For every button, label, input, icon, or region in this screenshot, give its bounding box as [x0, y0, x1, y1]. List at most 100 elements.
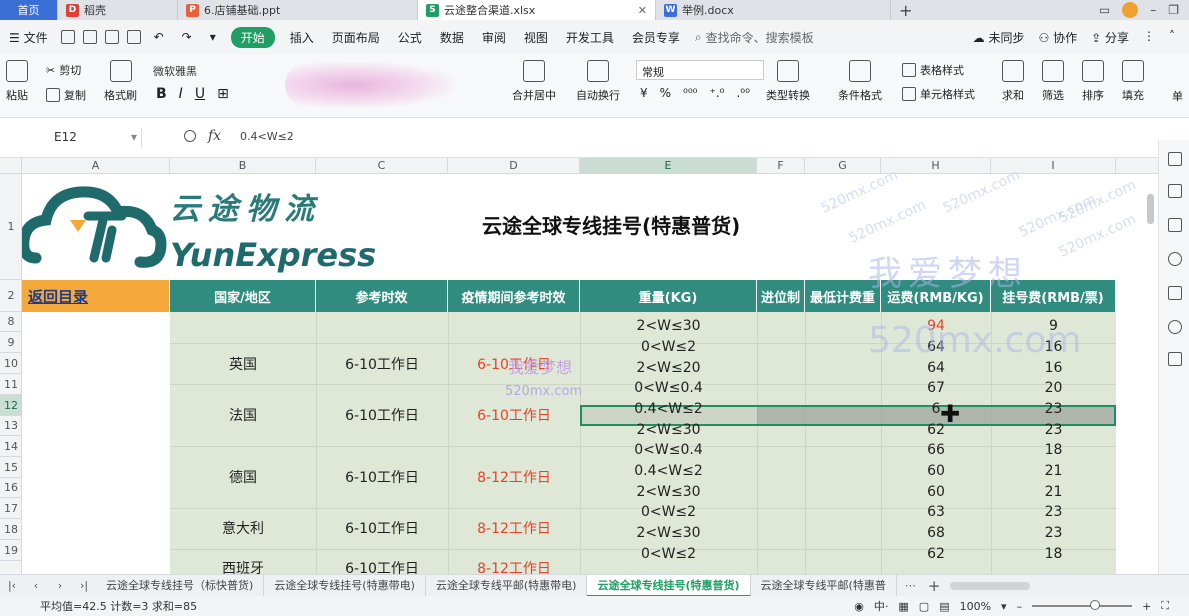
table-style-button[interactable]: 表格样式 [902, 62, 964, 78]
command-search[interactable]: ⌕ 查找命令、搜索模板 [695, 29, 814, 46]
underline-icon[interactable]: U [195, 86, 205, 102]
reg-fee-cell[interactable]: 21 [991, 484, 1116, 500]
row-header-2[interactable]: 2 [0, 280, 22, 312]
decrease-decimal-icon[interactable]: .⁰⁰ [736, 86, 749, 100]
column-header-b[interactable]: B [170, 158, 316, 174]
column-header-f[interactable]: F [757, 158, 805, 174]
zoom-formula-icon[interactable] [184, 130, 196, 142]
print-icon[interactable] [104, 30, 119, 44]
fullscreen-icon[interactable]: ⛶ [1161, 599, 1169, 613]
avatar[interactable] [1122, 2, 1139, 18]
redo-icon[interactable]: ↷ [173, 30, 201, 44]
freight-cell[interactable]: 62 [881, 422, 991, 438]
sheet-tab[interactable]: 云途全球专线平邮(特惠带电) [426, 574, 588, 597]
italic-icon[interactable]: I [179, 86, 183, 102]
freight-cell[interactable]: 6 [881, 401, 991, 417]
filter-button[interactable]: 筛选 [1042, 60, 1064, 103]
adjust-icon[interactable] [1168, 184, 1182, 198]
row-header-1[interactable]: 1 [0, 174, 22, 280]
page-layout-view-icon[interactable]: ▢ [919, 600, 929, 613]
vertical-scroll-thumb[interactable] [1147, 194, 1154, 224]
weight-cell[interactable]: 0<W≤2 [580, 339, 757, 355]
freight-cell[interactable]: 63 [881, 504, 991, 520]
country-cell[interactable]: 西班牙 [170, 558, 316, 574]
row-header-18[interactable]: 18 [0, 519, 22, 540]
formula-input[interactable]: 0.4<W≤2 [240, 130, 294, 143]
menu-review[interactable]: 审阅 [473, 29, 515, 46]
first-sheet-icon[interactable]: |‹ [0, 579, 24, 592]
row-header-17[interactable]: 17 [0, 498, 22, 519]
weight-cell[interactable]: 2<W≤20 [580, 360, 757, 376]
copy-button[interactable]: 复制 [46, 87, 86, 103]
name-box[interactable]: E12 ▾ [0, 128, 142, 148]
weight-cell[interactable]: 2<W≤30 [580, 422, 757, 438]
zoom-slider-thumb[interactable] [1090, 600, 1101, 610]
column-header-d[interactable]: D [448, 158, 580, 174]
normal-view-icon[interactable]: ▦ [898, 600, 908, 613]
weight-cell[interactable]: 0<W≤2 [580, 504, 757, 520]
menu-page-layout[interactable]: 页面布局 [323, 29, 389, 46]
menu-start[interactable]: 开始 [230, 26, 275, 48]
border-icon[interactable]: ⊞ [217, 86, 229, 102]
weight-cell[interactable]: 2<W≤30 [580, 525, 757, 541]
row-header-10[interactable]: 10 [0, 353, 22, 374]
row-header-13[interactable]: 13 [0, 416, 22, 436]
share-button[interactable]: ⇪ 分享 [1091, 29, 1129, 46]
next-sheet-icon[interactable]: › [48, 579, 72, 592]
column-header-e[interactable]: E [580, 158, 757, 174]
row-header-19[interactable]: 19 [0, 540, 22, 561]
conditional-format-button[interactable]: 条件格式 [838, 60, 882, 103]
input-method-icon[interactable]: 中· [874, 598, 889, 614]
column-header-c[interactable]: C [316, 158, 448, 174]
sum-button[interactable]: 求和 [1002, 60, 1024, 103]
menu-member[interactable]: 会员专享 [623, 29, 689, 46]
freight-cell[interactable]: 60 [881, 484, 991, 500]
row-header-15[interactable]: 15 [0, 457, 22, 478]
tab-docx-file[interactable]: W 举例.docx [656, 0, 891, 20]
new-tab-icon[interactable]: + [899, 1, 912, 20]
reg-fee-cell[interactable]: 23 [991, 504, 1116, 520]
tab-xlsx-file[interactable]: S 云途整合渠道.xlsx ✕ [418, 0, 656, 20]
covid-time-cell[interactable]: 6-10工作日 [448, 405, 580, 425]
format-painter-button[interactable]: 格式刷 [104, 60, 137, 103]
save-icon[interactable] [60, 30, 75, 44]
help-icon[interactable] [1168, 252, 1182, 266]
row-header-14[interactable]: 14 [0, 436, 22, 457]
row-header-16[interactable]: 16 [0, 478, 22, 498]
zoom-level[interactable]: 100% [960, 600, 991, 613]
reg-fee-cell[interactable]: 21 [991, 463, 1116, 479]
country-cell[interactable]: 意大利 [170, 518, 316, 538]
column-header-g[interactable]: G [805, 158, 881, 174]
ref-time-cell[interactable]: 6-10工作日 [316, 558, 448, 574]
column-header-h[interactable]: H [881, 158, 991, 174]
reg-fee-cell[interactable]: 18 [991, 546, 1116, 562]
menu-formula[interactable]: 公式 [389, 29, 431, 46]
row-header-12[interactable]: 12 [0, 395, 22, 416]
sheet-tab[interactable]: 云途全球专线挂号(特惠带电) [264, 574, 426, 597]
minimize-icon[interactable]: – [1150, 3, 1156, 17]
freight-cell[interactable]: 66 [881, 442, 991, 458]
menu-insert[interactable]: 插入 [281, 29, 323, 46]
country-cell[interactable]: 法国 [170, 405, 316, 425]
tab-ppt-file[interactable]: P 6.店铺基础.ppt [178, 0, 418, 20]
type-convert-button[interactable]: 类型转换 [766, 60, 810, 103]
sync-status[interactable]: ☁ 未同步 [973, 29, 1025, 46]
currency-icon[interactable]: ¥ [640, 86, 648, 100]
reg-fee-cell[interactable]: 23 [991, 422, 1116, 438]
country-cell[interactable]: 德国 [170, 467, 316, 487]
freight-cell[interactable]: 60 [881, 463, 991, 479]
row-header-11[interactable]: 11 [0, 374, 22, 395]
weight-cell[interactable]: 0.4<W≤2 [580, 463, 757, 479]
paste-button[interactable]: 粘贴 [6, 60, 28, 103]
row-header-9[interactable]: 9 [0, 332, 22, 353]
export-pdf-icon[interactable] [82, 30, 97, 44]
prev-sheet-icon[interactable]: ‹ [24, 579, 48, 592]
reg-fee-cell[interactable]: 16 [991, 360, 1116, 376]
eye-protection-icon[interactable]: ◉ [854, 600, 864, 613]
sheet-tab[interactable]: 云途全球专线平邮(特惠普 [751, 574, 897, 597]
image-tool-icon[interactable] [1168, 286, 1182, 300]
collab-button[interactable]: ⚇ 协作 [1039, 29, 1078, 46]
covid-time-cell[interactable]: 8-12工作日 [448, 467, 580, 487]
single-button[interactable]: 单 [1172, 88, 1183, 104]
name-box-chevron-icon[interactable]: ▾ [131, 130, 137, 144]
